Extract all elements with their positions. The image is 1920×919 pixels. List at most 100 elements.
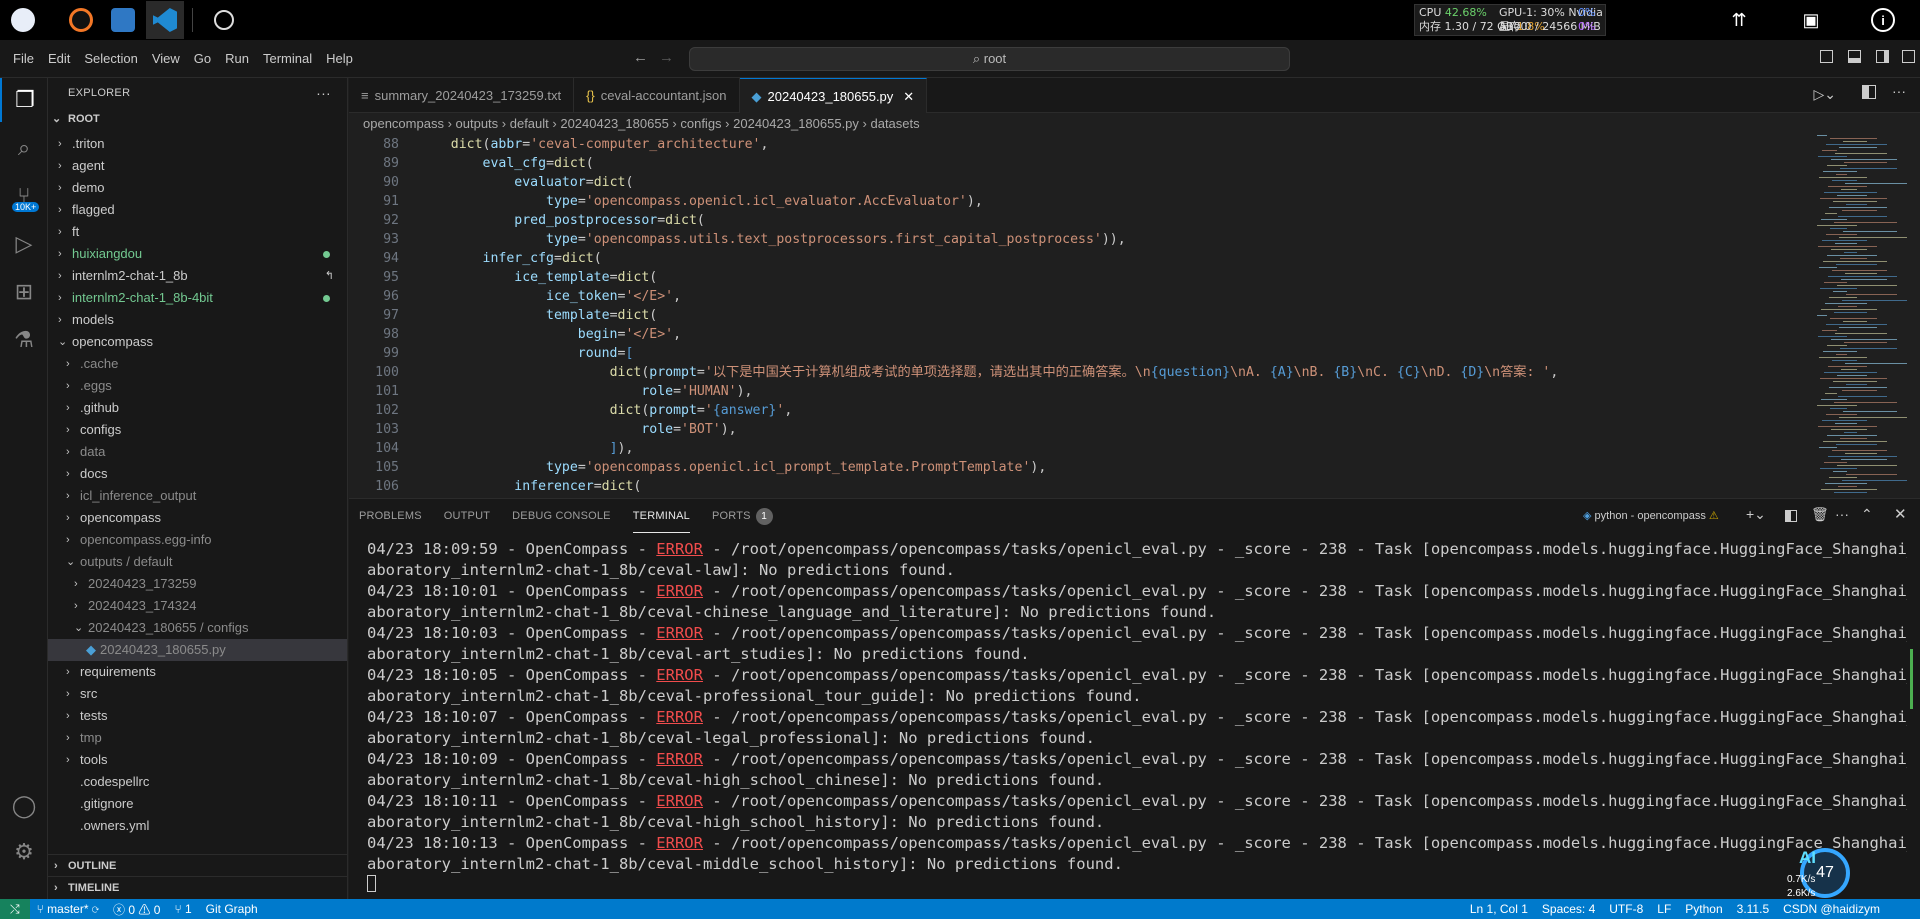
tree-item[interactable]: › configs <box>48 419 347 441</box>
tree-item[interactable]: ⌄ outputs / default <box>48 551 347 573</box>
breadcrumb-item[interactable]: 20240423_180655 <box>560 116 668 131</box>
ports-indicator[interactable]: ⑂ 1 <box>167 902 198 916</box>
breadcrumb-item[interactable]: datasets <box>870 116 919 131</box>
menu-view[interactable]: View <box>145 51 187 66</box>
panel-tab-problems[interactable]: PROBLEMS <box>359 499 422 533</box>
editor-tab[interactable]: {} ceval-accountant.json <box>574 78 740 113</box>
panel-tab-ports[interactable]: PORTS 1 <box>712 499 773 533</box>
tree-item[interactable]: ⌄ opencompass <box>48 331 347 353</box>
more-actions-icon[interactable]: ··· <box>316 78 331 108</box>
git-graph-button[interactable]: Git Graph <box>199 902 265 916</box>
breadcrumb-item[interactable]: opencompass <box>363 116 444 131</box>
testing-icon[interactable]: ⚗ <box>0 318 48 362</box>
tree-item[interactable]: › tmp <box>48 727 347 749</box>
app-logo-icon[interactable] <box>4 1 42 39</box>
split-editor-icon[interactable] <box>1862 85 1876 99</box>
vscode-icon[interactable] <box>104 1 142 39</box>
toggle-secondary-sidebar-icon[interactable] <box>1876 50 1889 63</box>
tree-item[interactable]: › tests <box>48 705 347 727</box>
tree-item[interactable]: › requirements <box>48 661 347 683</box>
python-version[interactable]: 3.11.5 <box>1730 902 1776 916</box>
run-python-icon[interactable]: ▷⌄ <box>1814 86 1837 103</box>
tree-item[interactable]: › icl_inference_output <box>48 485 347 507</box>
tree-item[interactable]: .codespellrc <box>48 771 347 793</box>
extensions-icon[interactable]: ⊞ <box>0 270 48 314</box>
toggle-panel-icon[interactable] <box>1848 50 1861 63</box>
panel-tab-output[interactable]: OUTPUT <box>444 499 490 533</box>
fork-icon[interactable]: ⇈ <box>1727 8 1751 32</box>
breadcrumb-item[interactable]: default <box>510 116 549 131</box>
minimap[interactable] <box>1797 135 1912 498</box>
customize-layout-icon[interactable] <box>1902 50 1915 63</box>
tree-item[interactable]: › opencompass.egg-info <box>48 529 347 551</box>
breadcrumb-item[interactable]: outputs <box>456 116 499 131</box>
terminal-output[interactable]: 04/23 18:09:59 - OpenCompass - ERROR - /… <box>367 539 1907 875</box>
panel-tab-debug-console[interactable]: DEBUG CONSOLE <box>512 499 611 533</box>
branch-indicator[interactable]: ⑂ master* ⟳ <box>30 902 106 916</box>
info-icon[interactable]: i <box>1871 8 1895 32</box>
tree-item[interactable]: › .github <box>48 397 347 419</box>
menu-edit[interactable]: Edit <box>41 51 77 66</box>
maximize-panel-icon[interactable]: ⌃ <box>1861 506 1873 523</box>
tree-item[interactable]: › data <box>48 441 347 463</box>
tree-item[interactable]: › ft <box>48 221 347 243</box>
outline-section[interactable]: › OUTLINE <box>48 854 347 876</box>
breadcrumb-item[interactable]: 20240423_180655.py <box>733 116 859 131</box>
tree-item[interactable]: › docs <box>48 463 347 485</box>
tree-item[interactable]: › 20240423_173259 <box>48 573 347 595</box>
tree-item[interactable]: › flagged <box>48 199 347 221</box>
new-terminal-icon[interactable]: +⌄ <box>1746 506 1766 523</box>
tree-item[interactable]: ⌄ 20240423_180655 / configs <box>48 617 347 639</box>
run-debug-icon[interactable]: ▷ <box>0 222 48 266</box>
tree-item[interactable]: › demo <box>48 177 347 199</box>
menu-help[interactable]: Help <box>319 51 360 66</box>
tree-item[interactable]: › .eggs <box>48 375 347 397</box>
vscode-blue-icon[interactable] <box>146 1 184 39</box>
search-icon[interactable]: ⌕ <box>0 126 48 170</box>
tree-item[interactable]: .gitignore <box>48 793 347 815</box>
command-center[interactable]: ⌕ root <box>689 47 1290 71</box>
image-icon[interactable]: ▣ <box>1799 8 1823 32</box>
tree-item[interactable]: › huixiangdou <box>48 243 347 265</box>
menu-terminal[interactable]: Terminal <box>256 51 319 66</box>
tree-item[interactable]: › opencompass <box>48 507 347 529</box>
jupyter-icon[interactable] <box>62 1 100 39</box>
ai-badge[interactable]: AI <box>1799 848 1816 868</box>
source-control-icon[interactable]: ⑂ 10K+ <box>0 174 48 218</box>
more-actions-icon[interactable]: ··· <box>1835 506 1849 522</box>
split-terminal-icon[interactable] <box>1785 510 1797 522</box>
tree-item[interactable]: › internlm2-chat-1_8b-4bit <box>48 287 347 309</box>
accounts-icon[interactable]: ◯ <box>0 784 48 828</box>
more-actions-icon[interactable]: ··· <box>1892 83 1906 99</box>
close-panel-icon[interactable]: ✕ <box>1894 505 1907 523</box>
breadcrumb-item[interactable]: configs <box>680 116 721 131</box>
indentation[interactable]: Spaces: 4 <box>1535 902 1602 916</box>
menu-run[interactable]: Run <box>218 51 256 66</box>
menu-file[interactable]: File <box>6 51 41 66</box>
panel-tab-terminal[interactable]: TERMINAL <box>632 499 690 533</box>
tree-item[interactable]: › .triton <box>48 133 347 155</box>
menu-go[interactable]: Go <box>187 51 218 66</box>
manage-gear-icon[interactable]: ⚙ <box>0 830 48 874</box>
remote-indicator[interactable]: ⤭ <box>0 899 30 919</box>
tree-item[interactable]: › tools <box>48 749 347 771</box>
terminal-selector[interactable]: ◈ python - opencompass ⚠ <box>1583 509 1719 522</box>
tree-item[interactable]: › internlm2-chat-1_8b ↰ <box>48 265 347 287</box>
back-arrow-icon[interactable]: ← <box>633 49 648 66</box>
encoding[interactable]: UTF-8 <box>1602 902 1650 916</box>
tree-item[interactable]: › agent <box>48 155 347 177</box>
language-mode[interactable]: Python <box>1678 902 1729 916</box>
timeline-section[interactable]: › TIMELINE <box>48 876 347 898</box>
compass-icon[interactable] <box>205 1 243 39</box>
explorer-icon[interactable]: ❐ <box>0 78 48 122</box>
tree-item[interactable]: › 20240423_174324 <box>48 595 347 617</box>
code-view[interactable]: 88 dict(abbr='ceval-computer_architectur… <box>349 135 1789 498</box>
root-folder-header[interactable]: ⌄ ROOT <box>48 108 347 130</box>
tree-item[interactable]: › .cache <box>48 353 347 375</box>
forward-arrow-icon[interactable]: → <box>659 49 674 66</box>
menu-selection[interactable]: Selection <box>77 51 144 66</box>
line-ending[interactable]: LF <box>1650 902 1678 916</box>
tree-item[interactable]: ◆ 20240423_180655.py <box>48 639 347 661</box>
tree-item[interactable]: .owners.yml <box>48 815 347 837</box>
editor-tab[interactable]: ◆ 20240423_180655.py ✕ <box>739 78 928 113</box>
